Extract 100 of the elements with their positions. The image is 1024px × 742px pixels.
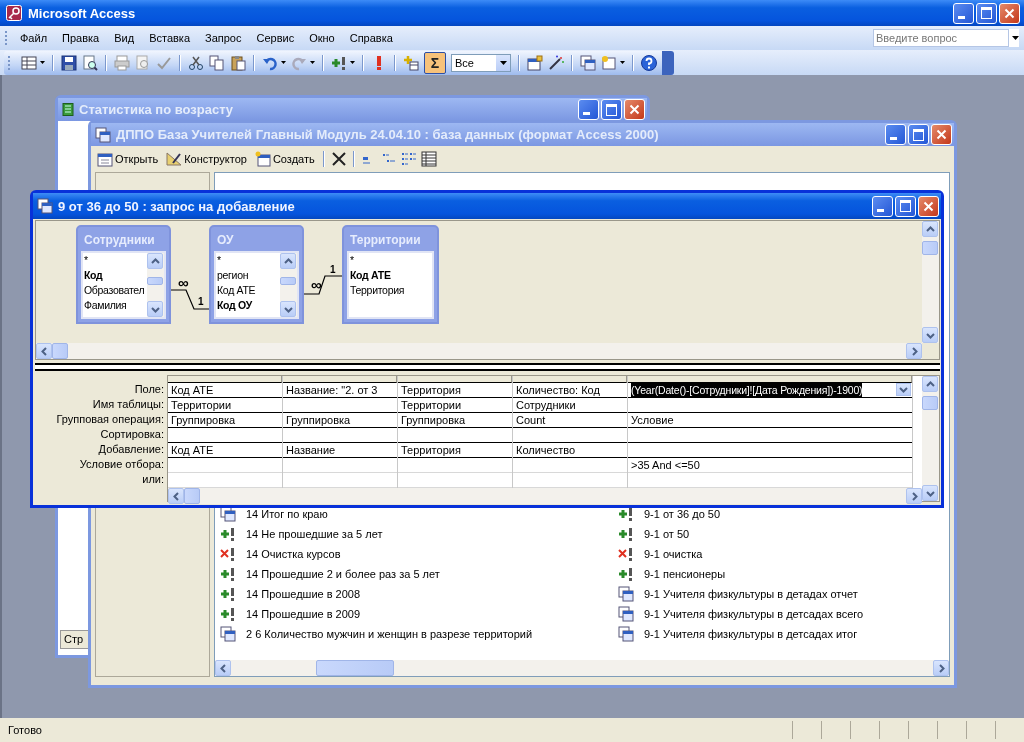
help-search-field[interactable]: Введите вопрос: [873, 29, 1009, 47]
query-item[interactable]: 14 Прошедшие в 2009: [246, 608, 361, 620]
field-name[interactable]: Территория: [349, 283, 432, 298]
pane-splitter[interactable]: [35, 363, 940, 371]
top-values-combo[interactable]: Все: [451, 53, 511, 72]
scissors-icon[interactable]: [188, 54, 204, 71]
column-selector[interactable]: [628, 376, 912, 383]
wand-icon[interactable]: [548, 54, 564, 71]
scroll-arrow-button[interactable]: [922, 327, 938, 343]
grid-cell[interactable]: Count: [513, 413, 627, 428]
dropdown-arrow-icon[interactable]: [620, 61, 625, 64]
field-name[interactable]: регион: [216, 268, 280, 283]
column-selector[interactable]: [168, 376, 282, 383]
grid-cell[interactable]: Группировка: [398, 413, 512, 428]
toolbar-options-handle[interactable]: [662, 50, 674, 75]
grid-cell[interactable]: Название: "2. от 3: [283, 383, 397, 398]
grid-cell[interactable]: Группировка: [283, 413, 397, 428]
query-item[interactable]: 9-1 Учителя физкультуры в детсадах итог: [644, 628, 858, 640]
dropdown-arrow-icon[interactable]: [310, 61, 315, 64]
scroll-thumb[interactable]: [922, 241, 938, 255]
scroll-arrow-button[interactable]: [933, 660, 949, 676]
scroll-arrow-button[interactable]: [36, 343, 52, 359]
menu-item[interactable]: Вид: [107, 32, 143, 44]
scroll-arrow-button[interactable]: [147, 253, 163, 269]
windows-icon[interactable]: [580, 54, 596, 71]
clipboard-icon[interactable]: [230, 54, 246, 71]
field-name[interactable]: Код АТЕ: [349, 268, 432, 283]
scroll-thumb[interactable]: [280, 277, 296, 285]
field-name[interactable]: *: [83, 253, 147, 268]
menu-item[interactable]: Файл: [13, 32, 56, 44]
table-box[interactable]: Территории * Код АТЕ Территория: [342, 225, 439, 324]
query-item[interactable]: 9-1 пенсионеры: [644, 568, 726, 580]
field-name[interactable]: *: [349, 253, 432, 268]
grid-cell[interactable]: Группировка: [168, 413, 282, 428]
scroll-arrow-button[interactable]: [215, 660, 231, 676]
scroll-thumb[interactable]: [316, 660, 394, 676]
scroll-thumb[interactable]: [147, 277, 163, 285]
query-item[interactable]: 14 Не прошедшие за 5 лет: [246, 528, 383, 540]
query-item[interactable]: 2 6 Количество мужчин и женщин в разрезе территорий: [246, 628, 533, 640]
scroll-arrow-button[interactable]: [147, 301, 163, 317]
grid-cell[interactable]: Код АТЕ: [168, 443, 282, 458]
menu-item[interactable]: Сервис: [249, 32, 303, 44]
scroll-arrow-button[interactable]: [280, 301, 296, 317]
join-line[interactable]: [170, 289, 210, 310]
menu-item[interactable]: Запрос: [198, 32, 250, 44]
grid-cell[interactable]: Сотрудники: [513, 398, 627, 413]
field-name[interactable]: Код ОУ: [216, 298, 280, 313]
column-selector[interactable]: [398, 376, 512, 383]
query-item[interactable]: 14 Очистка курсов: [246, 548, 341, 560]
grid-cell[interactable]: Территория: [398, 443, 512, 458]
scroll-arrow-button[interactable]: [280, 253, 296, 269]
query-item[interactable]: 9-1 от 36 до 50: [644, 508, 721, 520]
close-button[interactable]: [918, 195, 939, 217]
menu-item[interactable]: Вставка: [142, 32, 198, 44]
scroll-arrow-button[interactable]: [906, 343, 922, 359]
query-item[interactable]: 14 Итог по краю: [246, 508, 328, 520]
menu-item[interactable]: Справка: [342, 32, 401, 44]
join-line[interactable]: [303, 275, 343, 295]
grid-cell[interactable]: Территории: [398, 398, 512, 413]
grid-cell[interactable]: >35 And <=50: [628, 458, 912, 473]
grid-cell[interactable]: Количество: [513, 443, 627, 458]
scroll-arrow-button[interactable]: [922, 376, 938, 392]
maximize-button[interactable]: [895, 195, 916, 217]
grid-cell[interactable]: Условие: [628, 413, 912, 428]
table-icon[interactable]: [21, 54, 37, 71]
field-name[interactable]: *: [216, 253, 280, 268]
scroll-arrow-button[interactable]: [906, 488, 922, 504]
grid-cell[interactable]: Код АТЕ: [168, 383, 282, 398]
properties-icon[interactable]: [527, 54, 543, 71]
minimize-button[interactable]: [953, 2, 974, 24]
dropdown-arrow-icon[interactable]: [40, 61, 45, 64]
query-item[interactable]: 14 Прошедшие 2 и более раз за 5 лет: [246, 568, 440, 580]
scroll-thumb[interactable]: [184, 488, 200, 504]
close-button[interactable]: [999, 2, 1020, 24]
column-selector[interactable]: [283, 376, 397, 383]
maximize-button[interactable]: [976, 2, 997, 24]
grid-cell[interactable]: Территории: [168, 398, 282, 413]
menu-item[interactable]: Правка: [55, 32, 108, 44]
save-icon[interactable]: [61, 54, 77, 71]
scroll-arrow-button[interactable]: [168, 488, 184, 504]
query-item[interactable]: 9-1 Учителя физкультуры в детадах отчет: [644, 588, 858, 600]
dropdown-button[interactable]: [896, 383, 911, 396]
scroll-thumb[interactable]: [52, 343, 68, 359]
magnifier-icon[interactable]: [82, 54, 98, 71]
minimize-button[interactable]: [872, 195, 893, 217]
dropdown-arrow-icon[interactable]: [1012, 36, 1019, 40]
help-icon[interactable]: [641, 54, 657, 71]
dropdown-arrow-icon[interactable]: [350, 61, 355, 64]
field-name[interactable]: Образовател: [83, 283, 147, 298]
grid-cell[interactable]: Название: [283, 443, 397, 458]
table-box[interactable]: Сотрудники * Код Образовател Фамилия: [76, 225, 171, 324]
totals-button[interactable]: Σ: [424, 51, 446, 74]
copy-icon[interactable]: [209, 54, 225, 71]
plus-exclamation-icon[interactable]: [331, 54, 347, 71]
plus-table-icon[interactable]: [403, 54, 419, 71]
scroll-arrow-button[interactable]: [922, 221, 938, 237]
grid-cell[interactable]: Количество: Код: [513, 383, 627, 398]
scroll-arrow-button[interactable]: [922, 485, 938, 501]
column-selector[interactable]: [513, 376, 627, 383]
grid-cell[interactable]: Территория: [398, 383, 512, 398]
